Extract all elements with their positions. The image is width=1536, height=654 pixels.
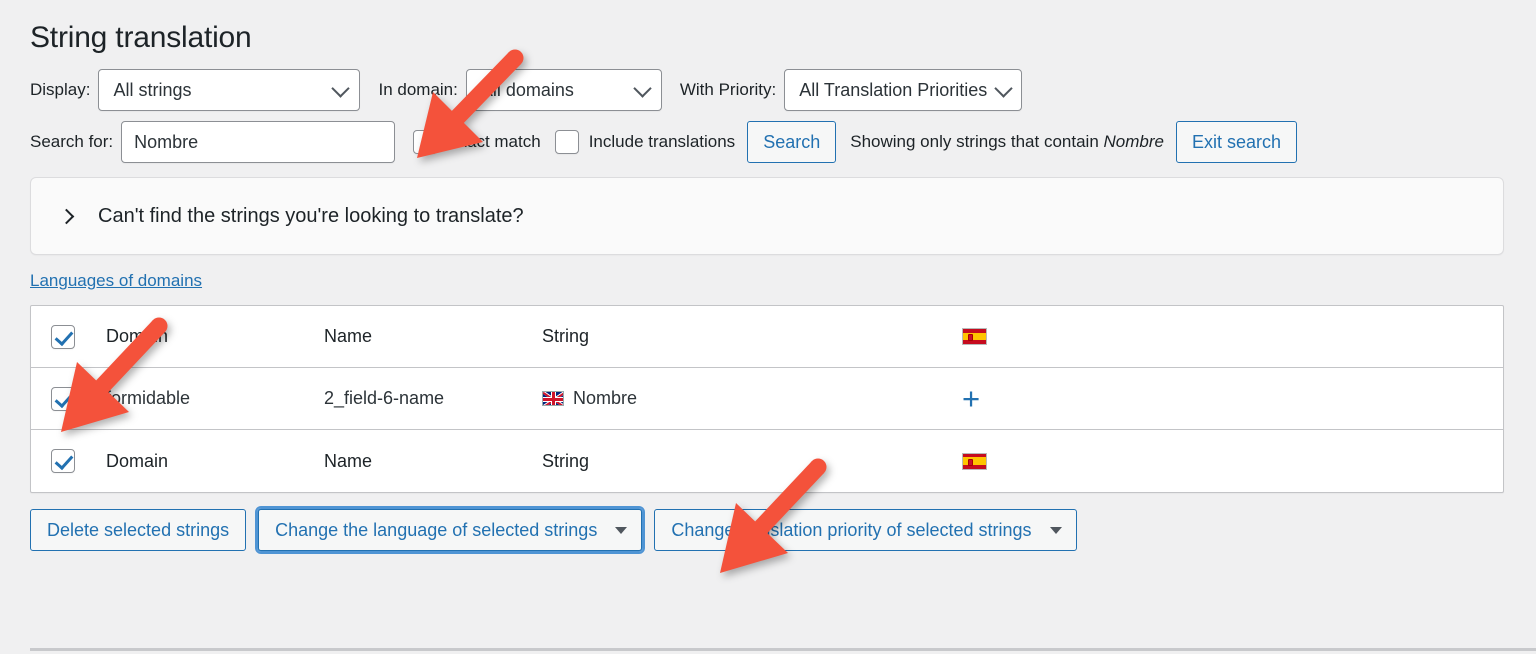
change-priority-button[interactable]: Change translation priority of selected … [654,509,1077,551]
header-string: String [542,326,590,346]
exact-match-checkbox[interactable] [413,130,438,154]
footer-name: Name [324,450,373,471]
search-input[interactable] [121,121,396,163]
caret-down-icon [615,527,628,534]
select-all-checkbox-footer[interactable] [51,449,75,473]
accordion-label: Can't find the strings you're looking to… [98,204,524,227]
row-string-cell: Nombre [542,388,962,409]
search-status-term: Nombre [1103,132,1164,151]
row-add-translation-cell[interactable]: + [962,383,1082,414]
spain-flag-icon [962,328,987,345]
priority-select[interactable]: All Translation Priorities [784,69,1023,111]
display-select-value: All strings [113,79,192,100]
row-domain: formidable [106,388,191,408]
search-button[interactable]: Search [747,121,837,163]
display-select[interactable]: All strings [98,69,361,111]
display-label: Display: [30,80,91,99]
table-footer-row: Domain Name String [31,430,1503,492]
page-root: String translation Display: All strings … [0,0,1536,654]
header-language-column [962,328,1082,345]
table-row-checkbox[interactable] [51,386,75,411]
select-all-checkbox[interactable] [51,324,75,349]
links-row: Languages of domains [30,271,1516,291]
footer-string: String [542,450,590,471]
include-translations-checkbox[interactable] [554,130,579,154]
include-translations-label: Include translations [588,132,736,151]
footer-language-column [962,452,1082,470]
exact-match-label: Exact match [447,132,541,151]
bulk-actions-row: Delete selected strings Change the langu… [30,506,1516,554]
header-checkbox-cell[interactable] [51,324,106,349]
table-row: formidable 2_field-6-name Nombre + [31,368,1503,430]
change-language-button[interactable]: Change the language of selected strings [255,506,646,554]
page-title: String translation [30,21,252,54]
accordion-cant-find-strings[interactable]: Can't find the strings you're looking to… [30,177,1504,255]
search-status-text: Showing only strings that contain Nombre [850,132,1164,152]
languages-of-domains-link[interactable]: Languages of domains [30,271,202,290]
in-domain-label: In domain: [378,80,458,99]
chevron-down-icon [633,79,652,98]
exact-match-option[interactable]: Exact match [413,130,541,154]
header-name: Name [324,326,373,346]
plus-icon[interactable]: + [962,383,980,414]
caret-down-icon [1049,527,1062,534]
priority-label: With Priority: [679,80,777,99]
search-label: Search for: [30,132,114,151]
exit-search-button[interactable]: Exit search [1175,121,1298,163]
strings-table: Domain Name String formidable 2_field-6-… [30,305,1504,493]
footer-domain: Domain [106,450,169,471]
priority-select-value: All Translation Priorities [799,79,988,100]
include-translations-option[interactable]: Include translations [554,130,736,154]
in-domain-select[interactable]: All domains [465,69,662,111]
in-domain-select-value: All domains [480,79,574,100]
footer-checkbox-cell[interactable] [51,449,106,473]
chevron-down-icon [994,79,1013,98]
spain-flag-icon [962,452,987,470]
chevron-right-icon [58,208,75,224]
delete-selected-strings-button[interactable]: Delete selected strings [30,509,247,551]
search-status-prefix: Showing only strings that contain [850,132,1104,151]
search-row: Search for: Exact match Include translat… [30,121,1516,163]
change-priority-label: Change translation priority of selected … [671,519,1032,540]
row-name: 2_field-6-name [324,388,445,408]
row-checkbox-cell[interactable] [51,386,106,411]
chevron-down-icon [331,79,351,98]
bottom-divider [30,648,1536,651]
filter-row-primary: Display: All strings In domain: All doma… [30,69,1516,111]
table-header-row: Domain Name String [31,306,1503,368]
change-language-label: Change the language of selected strings [275,519,598,540]
uk-flag-icon [542,391,564,406]
header-domain: Domain [106,326,169,346]
row-string-text: Nombre [573,388,638,408]
